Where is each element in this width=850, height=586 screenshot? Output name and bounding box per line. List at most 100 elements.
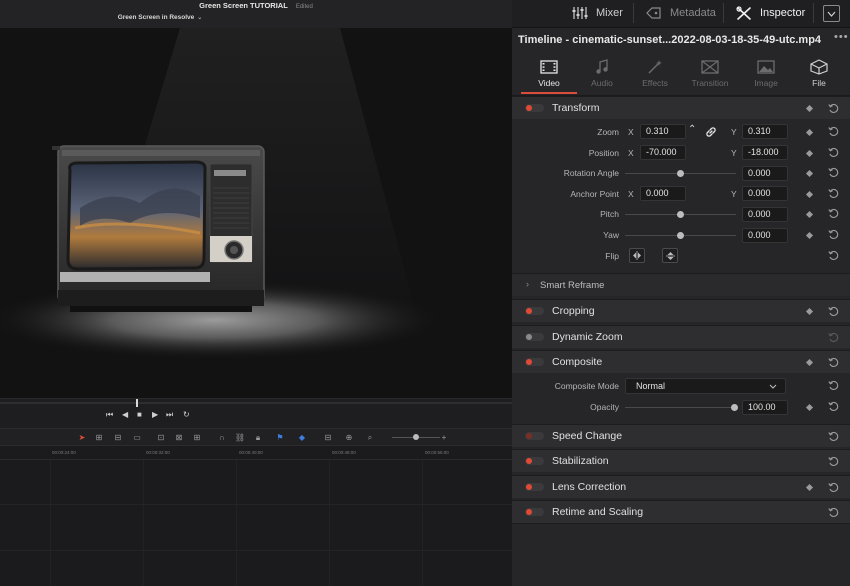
reset-icon[interactable] bbox=[828, 229, 839, 240]
tab-effects[interactable]: Effects bbox=[627, 58, 683, 88]
cropping-section-header[interactable]: Cropping bbox=[512, 299, 850, 322]
smart-reframe-row[interactable]: › Smart Reframe bbox=[512, 273, 850, 296]
marker-icon[interactable]: ◆ bbox=[296, 432, 308, 443]
zoom-y-field[interactable]: 0.310 bbox=[742, 124, 788, 139]
transform-toggle[interactable] bbox=[525, 104, 544, 112]
keyframe-icon[interactable] bbox=[805, 190, 814, 199]
lens-correction-section-header[interactable]: Lens Correction bbox=[512, 475, 850, 498]
stabilization-section-header[interactable]: Stabilization bbox=[512, 449, 850, 472]
rotation-slider[interactable] bbox=[625, 170, 736, 177]
link-icon[interactable]: ⛓ bbox=[234, 432, 246, 443]
opacity-slider[interactable] bbox=[625, 404, 738, 411]
reset-icon[interactable] bbox=[828, 431, 839, 442]
composite-section-header[interactable]: Composite bbox=[512, 350, 850, 373]
tab-image[interactable]: Image bbox=[738, 58, 794, 88]
reset-icon[interactable] bbox=[828, 357, 839, 368]
reset-icon[interactable] bbox=[828, 332, 839, 343]
reset-icon[interactable] bbox=[828, 208, 839, 219]
play-icon[interactable]: ▶ bbox=[152, 410, 158, 419]
go-to-end-icon[interactable]: ⏭ bbox=[166, 410, 173, 420]
tab-video[interactable]: Video bbox=[521, 58, 577, 88]
composite-toggle[interactable] bbox=[525, 358, 544, 366]
reset-icon[interactable] bbox=[828, 103, 839, 114]
reset-icon[interactable] bbox=[828, 147, 839, 158]
transform-section-header[interactable]: Transform bbox=[512, 96, 850, 119]
retime-scaling-section-header[interactable]: Retime and Scaling bbox=[512, 500, 850, 523]
tab-inspector[interactable]: Inspector bbox=[736, 0, 805, 26]
slider-handle[interactable] bbox=[677, 170, 684, 177]
flag-icon[interactable]: ⚑ bbox=[274, 432, 286, 443]
link-icon[interactable] bbox=[705, 126, 717, 138]
scrubber-bar[interactable] bbox=[0, 399, 512, 407]
replace-clip-icon[interactable]: ⊞ bbox=[191, 432, 203, 443]
lens-correction-toggle[interactable] bbox=[525, 483, 544, 491]
dynamic-zoom-section-header[interactable]: Dynamic Zoom bbox=[512, 325, 850, 348]
selection-tool-icon[interactable]: ➤ bbox=[76, 432, 88, 443]
reset-icon[interactable] bbox=[828, 456, 839, 467]
video-viewer[interactable] bbox=[0, 28, 512, 398]
reset-icon[interactable] bbox=[828, 507, 839, 518]
anchor-x-field[interactable]: 0.000 bbox=[640, 186, 686, 201]
stabilization-toggle[interactable] bbox=[525, 457, 544, 465]
position-y-field[interactable]: -18.000 bbox=[742, 145, 788, 160]
timeline-area[interactable]: 00:00:24:00 00:00:32:00 00:00:40:00 00:0… bbox=[0, 446, 512, 586]
slider-handle[interactable] bbox=[731, 404, 738, 411]
loop-icon[interactable]: ↻ bbox=[183, 410, 190, 419]
playhead[interactable] bbox=[136, 399, 138, 407]
custom-zoom-icon[interactable]: ⌕ bbox=[364, 432, 376, 443]
keyframe-icon[interactable] bbox=[805, 104, 814, 112]
reset-icon[interactable] bbox=[828, 482, 839, 493]
collapse-panel-button[interactable] bbox=[823, 5, 840, 22]
reset-icon[interactable] bbox=[828, 250, 839, 261]
reset-icon[interactable] bbox=[828, 188, 839, 199]
pitch-field[interactable]: 0.000 bbox=[742, 207, 788, 222]
insert-clip-icon[interactable]: ⊡ bbox=[155, 432, 167, 443]
opacity-field[interactable]: 100.00 bbox=[742, 400, 788, 415]
speed-change-toggle[interactable] bbox=[525, 432, 544, 440]
reset-icon[interactable] bbox=[828, 380, 839, 391]
reset-icon[interactable] bbox=[828, 167, 839, 178]
reset-icon[interactable] bbox=[828, 401, 839, 412]
keyframe-icon[interactable] bbox=[805, 210, 814, 219]
keyframe-icon[interactable] bbox=[805, 149, 814, 158]
speed-change-section-header[interactable]: Speed Change bbox=[512, 424, 850, 447]
slider-handle[interactable] bbox=[677, 211, 684, 218]
flip-horizontal-button[interactable] bbox=[629, 248, 645, 263]
keyframe-icon[interactable] bbox=[805, 403, 814, 412]
tab-file[interactable]: File bbox=[791, 58, 847, 88]
slider-handle[interactable] bbox=[677, 232, 684, 239]
tab-audio[interactable]: Audio bbox=[574, 58, 630, 88]
lock-icon[interactable]: 🔒︎ bbox=[252, 432, 264, 443]
full-extent-zoom-icon[interactable]: ⊟ bbox=[322, 432, 334, 443]
trim-tool-icon[interactable]: ⊞ bbox=[93, 432, 105, 443]
pitch-slider[interactable] bbox=[625, 211, 736, 218]
keyframe-icon[interactable] bbox=[805, 358, 814, 366]
keyframe-icon[interactable] bbox=[805, 307, 814, 315]
tab-mixer[interactable]: Mixer bbox=[572, 0, 623, 26]
keyframe-icon[interactable] bbox=[805, 483, 814, 491]
retime-scaling-toggle[interactable] bbox=[525, 508, 544, 516]
tab-transition[interactable]: Transition bbox=[682, 58, 738, 88]
overwrite-clip-icon[interactable]: ⊠ bbox=[173, 432, 185, 443]
stop-icon[interactable]: ■ bbox=[137, 410, 142, 419]
timeline-zoom-handle[interactable] bbox=[413, 434, 419, 440]
yaw-field[interactable]: 0.000 bbox=[742, 228, 788, 243]
position-x-field[interactable]: -70.000 bbox=[640, 145, 686, 160]
flip-vertical-button[interactable] bbox=[662, 248, 678, 263]
dynamic-trim-icon[interactable]: ⊟ bbox=[112, 432, 124, 443]
step-back-icon[interactable]: ◀ bbox=[122, 410, 128, 419]
snapping-icon[interactable]: ∩ bbox=[216, 432, 228, 443]
zoom-x-field[interactable]: 0.310 bbox=[640, 124, 686, 139]
tab-metadata[interactable]: Metadata bbox=[646, 0, 716, 26]
composite-mode-select[interactable]: Normal bbox=[625, 378, 786, 394]
blade-tool-icon[interactable]: ▭ bbox=[131, 432, 143, 443]
detail-zoom-icon[interactable]: ⊕ bbox=[343, 432, 355, 443]
keyframe-icon[interactable] bbox=[805, 169, 814, 178]
yaw-slider[interactable] bbox=[625, 232, 736, 239]
keyframe-icon[interactable] bbox=[805, 128, 814, 137]
timecode-ruler[interactable]: 00:00:24:00 00:00:32:00 00:00:40:00 00:0… bbox=[0, 446, 512, 460]
chevron-up-icon[interactable]: ⌃ bbox=[688, 124, 696, 135]
go-to-start-icon[interactable]: ⏮ bbox=[106, 410, 113, 420]
keyframe-icon[interactable] bbox=[805, 231, 814, 240]
zoom-in-icon[interactable]: + bbox=[438, 432, 450, 443]
